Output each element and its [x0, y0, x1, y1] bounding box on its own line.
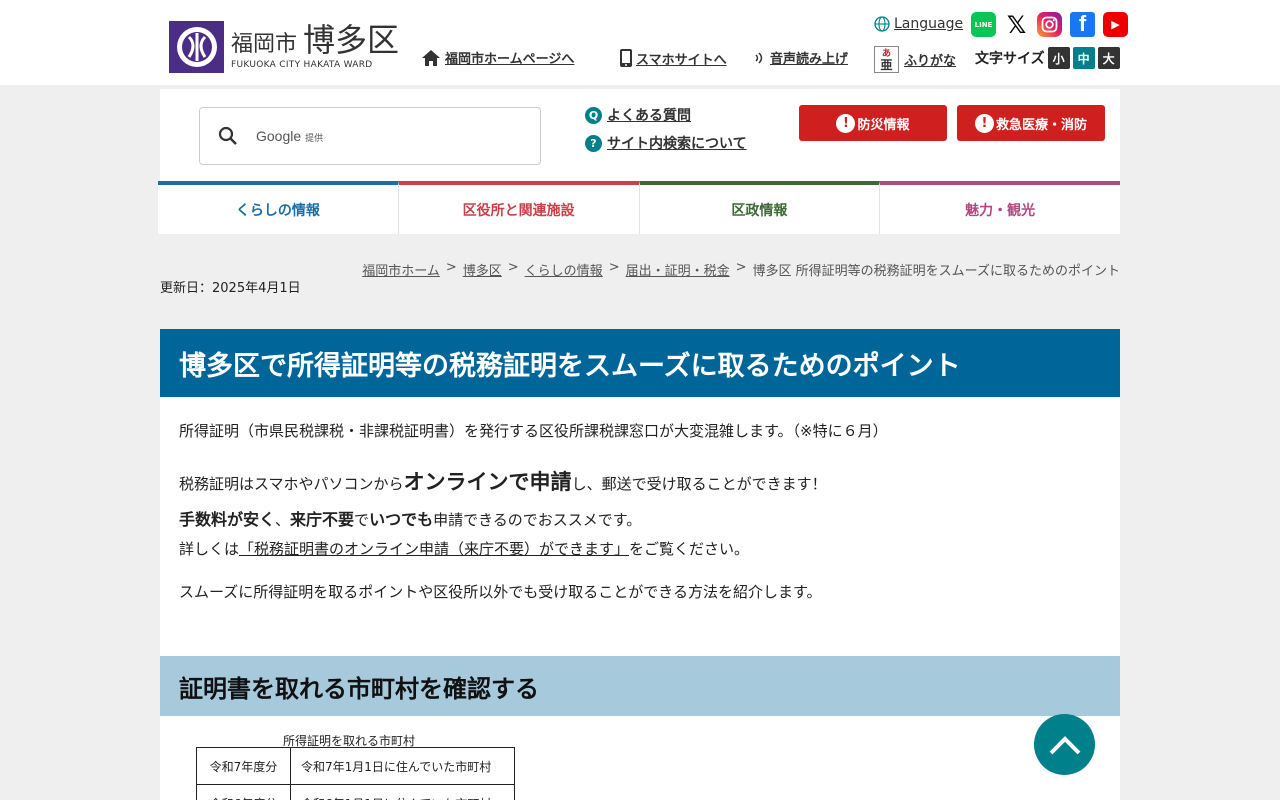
question-q-icon: Q	[585, 106, 602, 124]
online-application-emphasis: オンラインで申請	[403, 470, 572, 494]
table-cell-municipality: 令和6年1月1日に住んでいた市町村	[290, 784, 515, 800]
exclamation-icon: !	[836, 113, 856, 133]
facebook-icon[interactable]: f	[1070, 11, 1095, 37]
nav-item-ward-office[interactable]: 区役所と関連施設	[398, 181, 640, 234]
summary-paragraph: スムーズに所得証明を取るポイントや区役所以外でも受け取ることができる方法を紹介し…	[179, 583, 822, 601]
font-size-medium-button[interactable]: 中	[1072, 47, 1095, 69]
nav-item-living[interactable]: くらしの情報	[158, 181, 399, 234]
breadcrumb-living[interactable]: くらしの情報	[525, 260, 603, 279]
table-cell-year: 令和7年度分	[196, 747, 291, 785]
breadcrumb-current: 博多区 所得証明等の税務証明をスムーズに取るためのポイント	[752, 264, 1120, 279]
online-application-link[interactable]: 「税務証明書のオンライン申請（来庁不要）ができます」	[239, 540, 629, 558]
site-search-help-label: サイト内検索について	[607, 136, 747, 152]
city-home-label: 福岡市ホームページへ	[445, 52, 575, 67]
home-icon	[422, 49, 440, 66]
online-text-post: し、郵送で受け取ることができます！	[571, 475, 827, 493]
smartphone-site-link[interactable]: スマホサイトへ	[619, 48, 727, 68]
table-row: 令和7年度分 令和7年1月1日に住んでいた市町村	[196, 747, 515, 785]
details-paragraph: 詳しくは「税務証明書のオンライン申請（来庁不要）ができます」をご覧ください。	[179, 540, 750, 558]
x-icon[interactable]: 𝕏	[1004, 11, 1029, 39]
furigana-label: ふりがな	[904, 54, 957, 69]
disaster-info-label: 防災情報	[857, 117, 910, 133]
nav-item-attractions[interactable]: 魅力・観光	[880, 181, 1120, 234]
back-to-top-button[interactable]	[1034, 714, 1095, 775]
font-size-label: 文字サイズ	[975, 51, 1045, 67]
furigana-link[interactable]: あ亜 ふりがな	[874, 46, 956, 73]
table-cell-year: 令和6年度分	[196, 784, 291, 800]
disaster-info-button[interactable]: ! 防災情報	[799, 105, 947, 141]
emergency-medical-button[interactable]: ! 救急医療・消防	[957, 105, 1105, 141]
city-home-link[interactable]: 福岡市ホームページへ	[421, 48, 574, 67]
table-row: 令和6年度分 令和6年1月1日に住んでいた市町村	[196, 784, 515, 800]
updated-date: 更新日：2025年4月1日	[160, 281, 301, 296]
google-provided-label: 提供	[305, 133, 324, 143]
language-label: Language	[894, 16, 964, 32]
page-title: 博多区で所得証明等の税務証明をスムーズに取るためのポイント	[160, 329, 1120, 397]
voice-reading-label: 音声読み上げ	[770, 52, 849, 67]
logo-english-name: FUKUOKA CITY HAKATA WARD	[231, 60, 373, 70]
logo-ward-name: 博多区	[303, 21, 400, 59]
help-links: Q よくある質問 ? サイト内検索について	[585, 105, 747, 161]
furigana-icon: あ亜	[874, 46, 899, 73]
online-paragraph: 税務証明はスマホやパソコンから オンラインで申請 し、郵送で受け取ることができます！	[179, 466, 827, 496]
breadcrumb-tax[interactable]: 届出・証明・税金	[626, 260, 730, 279]
benefit-cheap: 手数料が安く	[179, 510, 276, 529]
smartphone-icon	[620, 49, 632, 67]
main-content: 博多区で所得証明等の税務証明をスムーズに取るためのポイント 所得証明（市県民税課…	[160, 329, 1120, 800]
table-cell-municipality: 令和7年1月1日に住んでいた市町村	[290, 747, 515, 785]
exclamation-icon: !	[974, 113, 994, 133]
google-label: Google	[256, 128, 302, 144]
faq-label: よくある質問	[607, 108, 691, 124]
logo-city-name: 福岡市	[231, 32, 298, 57]
question-mark-icon: ?	[585, 134, 602, 152]
language-link[interactable]: Language	[874, 16, 963, 32]
google-search-watermark: Google 提供	[256, 128, 323, 144]
font-size-small-button[interactable]: 小	[1047, 47, 1070, 69]
instagram-icon[interactable]	[1037, 12, 1062, 37]
section-heading: 証明書を取れる市町村を確認する	[160, 656, 1120, 716]
chevron-up-icon	[1049, 735, 1080, 754]
svg-text:亜: 亜	[880, 58, 892, 72]
search-band: Google 提供 Q よくある質問 ? サイト内検索について ! 防災情報 ! …	[160, 89, 1120, 181]
line-icon[interactable]: LINE	[971, 12, 996, 37]
speaker-icon	[755, 51, 763, 64]
municipality-table: 令和7年度分 令和7年1月1日に住んでいた市町村 令和6年度分 令和6年1月1日…	[196, 747, 515, 800]
search-input[interactable]: Google 提供	[199, 107, 541, 165]
social-links: LINE 𝕏 f ▶	[971, 11, 1128, 39]
online-text-pre: 税務証明はスマホやパソコンから	[179, 475, 404, 493]
site-search-help-link[interactable]: ? サイト内検索について	[585, 133, 747, 153]
font-size-control: 文字サイズ 小 中 大	[975, 47, 1120, 69]
nav-item-ward-admin[interactable]: 区政情報	[639, 181, 881, 234]
globe-icon	[874, 16, 890, 32]
intro-paragraph: 所得証明（市県民税課税・非課税証明書）を発行する区役所課税課窓口が大変混雑します…	[179, 422, 888, 440]
voice-reading-link[interactable]: 音声読み上げ	[753, 48, 848, 67]
site-logo[interactable]: 福岡市 博多区 FUKUOKA CITY HAKATA WARD	[169, 21, 399, 73]
breadcrumb-hakata[interactable]: 博多区	[463, 260, 502, 279]
breadcrumb-home[interactable]: 福岡市ホーム	[362, 260, 440, 279]
benefit-anytime: いつでも	[369, 510, 434, 529]
smartphone-site-label: スマホサイトへ	[636, 52, 727, 68]
global-nav: くらしの情報 区役所と関連施設 区政情報 魅力・観光	[158, 181, 1120, 234]
faq-link[interactable]: Q よくある質問	[585, 105, 747, 125]
site-header: 福岡市 博多区 FUKUOKA CITY HAKATA WARD Languag…	[0, 0, 1280, 85]
emergency-medical-label: 救急医療・消防	[995, 117, 1087, 133]
breadcrumb: 福岡市ホーム > 博多区 > くらしの情報 > 届出・証明・税金 > 博多区 所得証明等…	[362, 260, 1120, 279]
youtube-icon[interactable]: ▶	[1103, 12, 1128, 37]
search-icon	[218, 126, 237, 145]
benefit-no-visit: 来庁不要	[290, 510, 355, 529]
city-emblem-icon	[169, 21, 224, 73]
benefits-paragraph: 手数料が安く、来庁不要でいつでも 申請できるのでおススメです。	[179, 506, 641, 530]
font-size-large-button[interactable]: 大	[1097, 47, 1120, 69]
